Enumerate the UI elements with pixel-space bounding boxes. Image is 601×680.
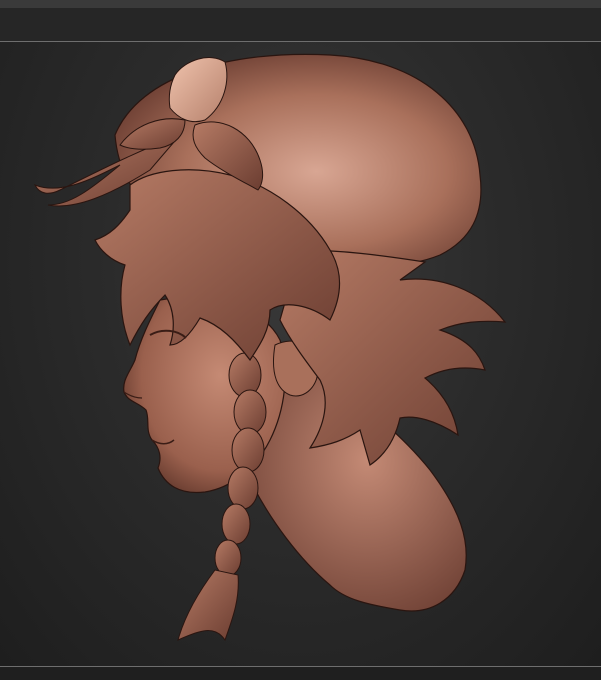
sculpt-model[interactable] [0,0,601,680]
viewport-frame [0,0,601,680]
